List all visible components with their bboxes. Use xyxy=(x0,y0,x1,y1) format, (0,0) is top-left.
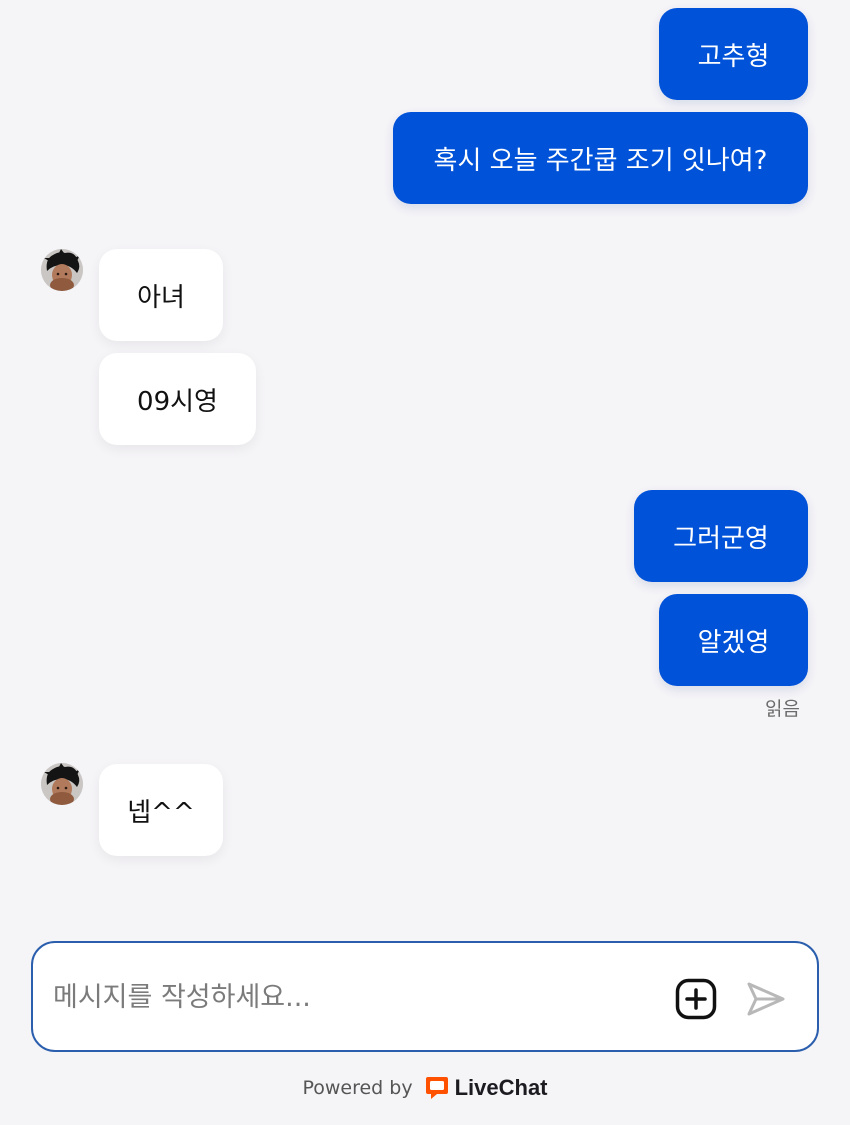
livechat-logo-icon xyxy=(425,1075,449,1101)
send-button[interactable] xyxy=(743,976,789,1022)
message-text: 09시영 xyxy=(137,386,218,417)
send-icon xyxy=(747,982,785,1016)
message-text: 고추형 xyxy=(697,41,770,72)
outgoing-message: 혹시 오늘 주간쿱 조기 잇나여? xyxy=(393,112,808,204)
message-text: 그러군영 xyxy=(673,523,769,554)
read-status: 읽음 xyxy=(765,698,800,720)
message-text: 혹시 오늘 주간쿱 조기 잇나여? xyxy=(433,145,768,176)
agent-avatar xyxy=(41,763,83,805)
incoming-message: 넵^^ xyxy=(99,764,223,856)
outgoing-message: 알겠영 xyxy=(659,594,808,686)
incoming-message: 09시영 xyxy=(99,353,256,445)
plus-square-icon xyxy=(675,978,717,1020)
message-input[interactable] xyxy=(53,968,653,1026)
incoming-message: 아녀 xyxy=(99,249,223,341)
outgoing-message: 고추형 xyxy=(659,8,808,100)
brand-name: LiveChat xyxy=(454,1075,548,1100)
powered-by-footer[interactable]: Powered by LiveChat xyxy=(0,1070,850,1106)
message-text: 넵^^ xyxy=(127,797,195,828)
powered-by-label: Powered by xyxy=(302,1077,413,1099)
message-text: 아녀 xyxy=(137,282,185,313)
chat-window: 고추형 혹시 오늘 주간쿱 조기 잇나여? 아녀 09시영 그러군영 알겠영 읽… xyxy=(0,0,850,1125)
agent-avatar xyxy=(41,249,83,291)
attach-button[interactable] xyxy=(673,976,719,1022)
message-composer xyxy=(31,941,819,1052)
outgoing-message: 그러군영 xyxy=(634,490,808,582)
message-text: 알겠영 xyxy=(697,627,770,658)
